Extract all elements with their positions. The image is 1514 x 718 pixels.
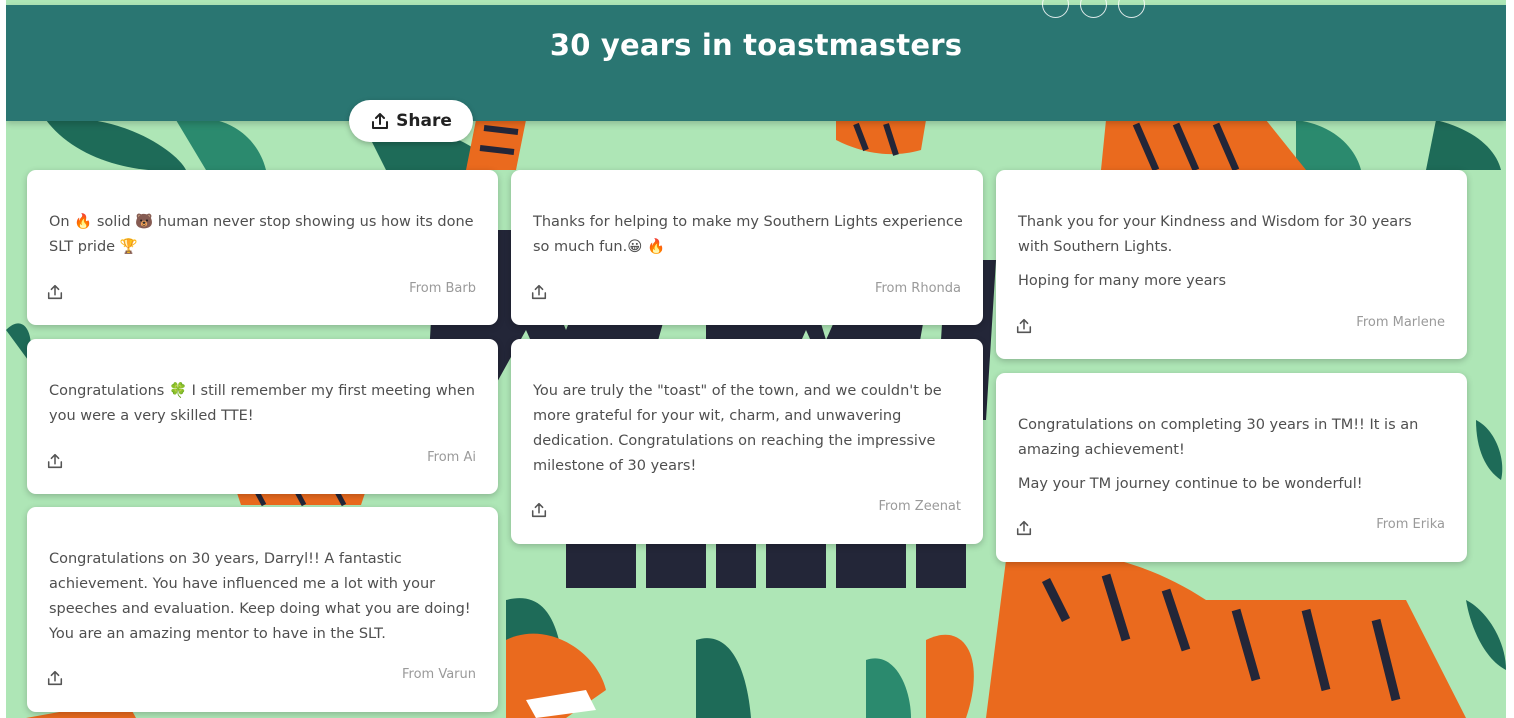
card-author: From Ai (427, 450, 476, 465)
share-button[interactable]: Share (349, 100, 473, 142)
card-message-text: You are truly the "toast" of the town, a… (533, 383, 942, 474)
card-message: Congratulations on 30 years, Darryl!! A … (49, 547, 478, 647)
card-share-icon[interactable] (1015, 317, 1033, 335)
share-upload-icon (372, 113, 389, 129)
card-share-icon[interactable] (1015, 519, 1033, 537)
header-decoration-dot (1118, 0, 1145, 18)
card-message: Thanks for helping to make my Southern L… (533, 210, 963, 260)
card-share-icon[interactable] (530, 283, 548, 301)
header-decoration-dot (1080, 0, 1107, 18)
board-header: 30 years in toastmasters (6, 0, 1506, 121)
card-message-text: Congratulations 🍀 I still remember my fi… (49, 383, 475, 424)
card-message-text: Congratulations on completing 30 years i… (1018, 417, 1419, 458)
card-author: From Varun (401, 667, 476, 682)
card-author: From Rhonda (874, 281, 961, 296)
card-message: You are truly the "toast" of the town, a… (533, 379, 963, 479)
card-message: Congratulations 🍀 I still remember my fi… (49, 379, 478, 429)
header-decoration-dot (1042, 0, 1069, 18)
message-card: Congratulations on 30 years, Darryl!! A … (27, 507, 498, 712)
board-canvas: 30 years in toastmasters Share On 🔥 soli… (6, 0, 1506, 718)
card-message-text: On 🔥 solid 🐻 human never stop showing us… (49, 214, 474, 255)
page-title: 30 years in toastmasters (549, 28, 963, 62)
card-author: From Zeenat (878, 499, 961, 514)
card-share-icon[interactable] (530, 501, 548, 519)
card-author: From Erika (1376, 517, 1445, 532)
message-card: Congratulations on completing 30 years i… (996, 373, 1467, 562)
card-share-icon[interactable] (46, 283, 64, 301)
card-share-icon[interactable] (46, 452, 64, 470)
card-share-icon[interactable] (46, 669, 64, 687)
card-message: On 🔥 solid 🐻 human never stop showing us… (49, 210, 478, 260)
card-message-text: Thanks for helping to make my Southern L… (533, 214, 963, 255)
message-card: Thank you for your Kindness and Wisdom f… (996, 170, 1467, 359)
card-message-text: May your TM journey continue to be wonde… (1018, 476, 1363, 492)
card-message: Thank you for your Kindness and Wisdom f… (1018, 210, 1447, 294)
card-message-text: Congratulations on 30 years, Darryl!! A … (49, 551, 471, 642)
card-message-text: Hoping for many more years (1018, 273, 1227, 289)
message-card: On 🔥 solid 🐻 human never stop showing us… (27, 170, 498, 325)
card-author: From Marlene (1356, 315, 1445, 330)
card-message: Congratulations on completing 30 years i… (1018, 413, 1447, 497)
message-card: Thanks for helping to make my Southern L… (511, 170, 983, 325)
share-button-label: Share (396, 111, 452, 131)
card-author: From Barb (409, 281, 476, 296)
card-message-text: Thank you for your Kindness and Wisdom f… (1018, 214, 1412, 255)
message-card: You are truly the "toast" of the town, a… (511, 339, 983, 544)
message-card: Congratulations 🍀 I still remember my fi… (27, 339, 498, 494)
